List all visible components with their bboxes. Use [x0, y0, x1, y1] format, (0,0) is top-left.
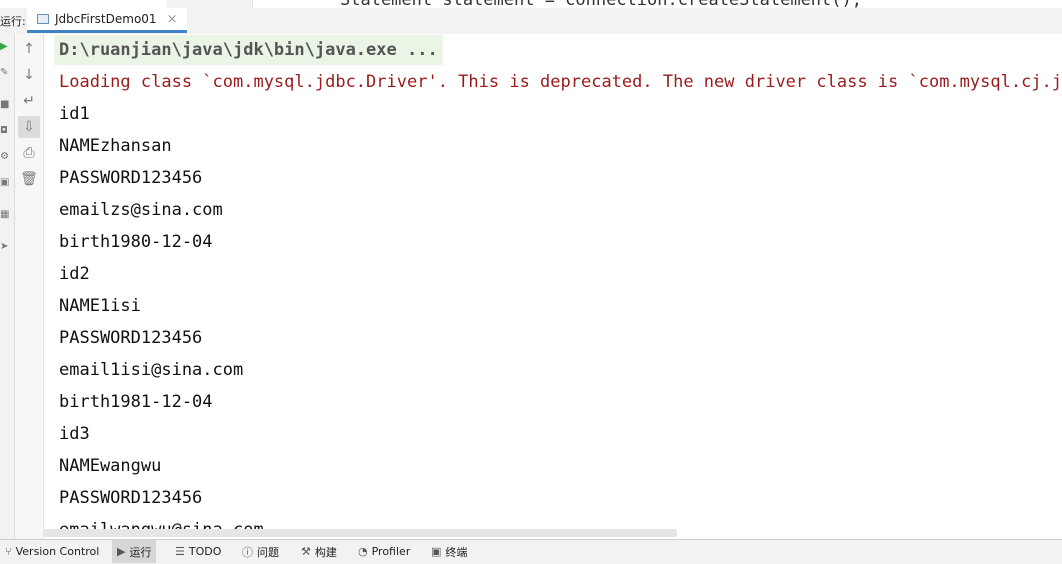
tab-jdbc-first-demo[interactable]: JdbcFirstDemo01 × [27, 8, 188, 33]
tab-title: JdbcFirstDemo01 [55, 12, 157, 26]
terminal-tab[interactable]: ▣ 终端 [426, 540, 472, 563]
console-line: id1 [59, 104, 90, 124]
build-label: 构建 [314, 545, 337, 559]
rerun-icon[interactable]: ▶ [0, 42, 10, 52]
restore-layout-icon[interactable]: ▣ [0, 178, 10, 188]
info-icon: ⓘ [242, 545, 253, 559]
console-output[interactable]: D:\ruanjian\java\jdk\bin\java.exe ... Lo… [44, 34, 1062, 531]
hammer-icon: ⚒ [301, 545, 311, 558]
print-icon[interactable]: ⎙ [18, 142, 40, 164]
console-command-line: D:\ruanjian\java\jdk\bin\java.exe ... [54, 35, 443, 65]
todo-tab[interactable]: ☰ TODO [170, 540, 226, 563]
soft-wrap-icon[interactable]: ↵ [18, 90, 40, 112]
console-line: id2 [59, 264, 90, 284]
settings-icon[interactable]: ⚙ [0, 152, 10, 162]
wrench-icon[interactable]: ✎ [0, 68, 10, 78]
profiler-icon: ◔ [358, 545, 368, 558]
tool-window-bar: ⑂ Version Control ▶ 运行 ☰ TODO ⓘ 问题 ⚒ 构建 … [0, 539, 1062, 564]
console-warning-line: Loading class `com.mysql.jdbc.Driver'. T… [59, 72, 1062, 92]
run-config-icon [37, 14, 49, 24]
console-line: PASSWORD123456 [59, 328, 203, 348]
console-line: birth1980-12-04 [59, 232, 213, 252]
todo-label: TODO [188, 545, 222, 558]
console-line: PASSWORD123456 [59, 488, 203, 508]
horizontal-scrollbar[interactable] [44, 529, 677, 537]
down-arrow-icon[interactable]: ↓ [18, 64, 40, 86]
play-icon: ▶ [117, 545, 126, 558]
editor-gutter [167, 0, 253, 8]
console-line: email1isi@sina.com [59, 360, 244, 380]
run-side-toolbar: ▶ ✎ ■ ◘ ⚙ ▣ ▦ ➤ [0, 34, 15, 539]
console-line: NAMEwangwu [59, 456, 162, 476]
branch-icon: ⑂ [5, 545, 12, 558]
version-control-tab[interactable]: ⑂ Version Control [0, 540, 104, 563]
close-icon[interactable]: × [167, 12, 178, 27]
pin-icon[interactable]: ➤ [0, 242, 10, 252]
problems-label: 问题 [257, 545, 279, 559]
stop-icon[interactable]: ■ [0, 100, 10, 110]
version-control-label: Version Control [15, 545, 100, 558]
editor-code-line: Statement statement = connection.createS… [340, 0, 862, 8]
profiler-label: Profiler [371, 545, 411, 558]
scroll-to-end-icon[interactable]: ⇩ [18, 116, 40, 138]
build-tab[interactable]: ⚒ 构建 [296, 540, 342, 563]
layout-icon[interactable]: ▦ [0, 210, 10, 220]
trash-icon[interactable]: 🗑 [18, 168, 40, 190]
run-tool-label: 运行: [0, 15, 26, 28]
console-line: NAMEzhansan [59, 136, 172, 156]
console-line: PASSWORD123456 [59, 168, 203, 188]
terminal-label: 终端 [445, 545, 468, 559]
run-label: 运行 [129, 545, 152, 559]
list-icon: ☰ [175, 545, 185, 558]
console-line: emailzs@sina.com [59, 200, 223, 220]
run-tab-bar: 运行: JdbcFirstDemo01 × [0, 8, 1062, 35]
terminal-icon: ▣ [431, 545, 442, 558]
problems-tab[interactable]: ⓘ 问题 [237, 540, 284, 563]
console-line: id3 [59, 424, 90, 444]
profiler-tab[interactable]: ◔ Profiler [353, 540, 415, 563]
console-line: NAME1isi [59, 296, 141, 316]
camera-icon[interactable]: ◘ [0, 126, 10, 136]
editor-peek: Statement statement = connection.createS… [0, 0, 1062, 8]
run-tool-tab[interactable]: ▶ 运行 [112, 540, 157, 563]
console-toolbar: ↑ ↓ ↵ ⇩ ⎙ 🗑 [15, 34, 44, 539]
console-line: birth1981-12-04 [59, 392, 213, 412]
up-arrow-icon[interactable]: ↑ [18, 38, 40, 60]
